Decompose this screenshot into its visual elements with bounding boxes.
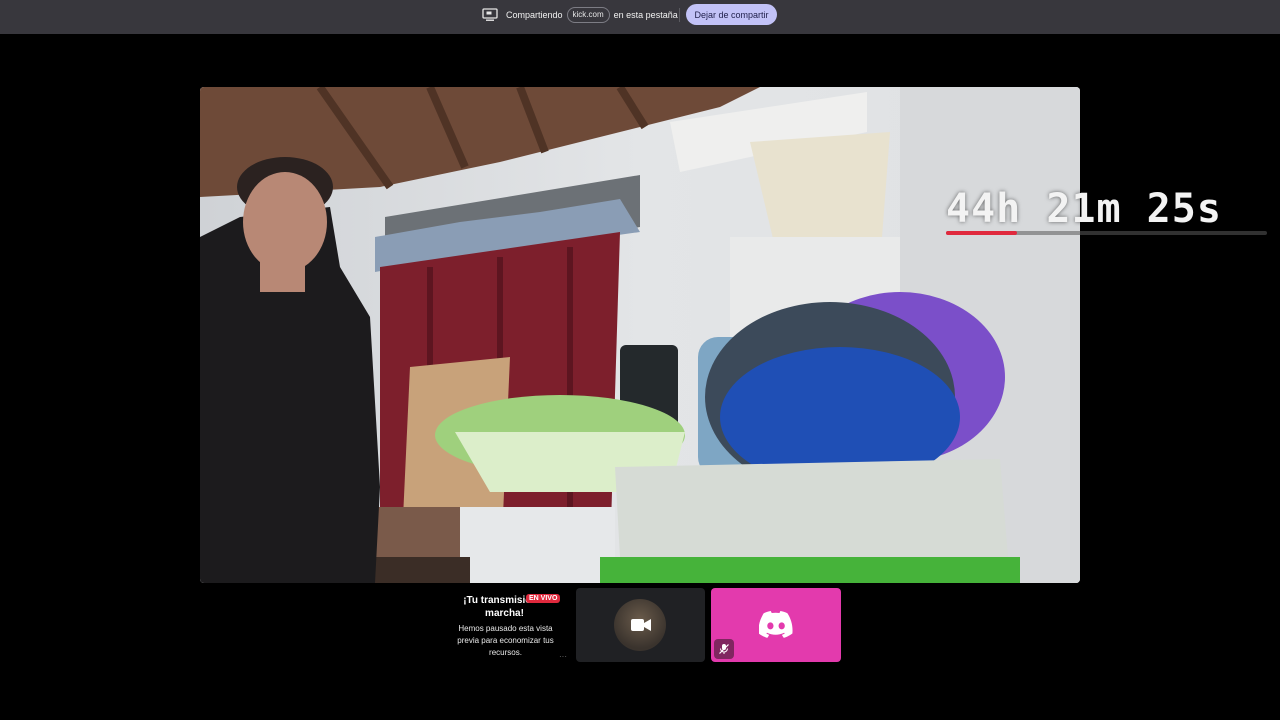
live-badge: EN VIVO xyxy=(526,594,561,603)
screen-share-icon xyxy=(482,8,498,21)
shared-domain-chip: kick.com xyxy=(566,7,610,23)
stream-timer: 44h 21m 25s xyxy=(946,186,1222,232)
stream-preview-tile[interactable]: ¡Tu transmisión s marcha! EN VIVO Hemos … xyxy=(440,588,571,662)
stop-sharing-button[interactable]: Dejar de compartir xyxy=(686,4,777,25)
stream-progress-bar xyxy=(946,231,1267,235)
mic-muted-glyph xyxy=(719,644,729,654)
sharing-suffix: en esta pestaña xyxy=(613,10,678,20)
stream-progress-fill xyxy=(946,231,1017,235)
camera-tile[interactable] xyxy=(576,588,705,662)
sharing-status: Compartiendo kick.com en esta pestaña xyxy=(482,5,678,25)
screen-share-bar: Compartiendo kick.com en esta pestaña De… xyxy=(0,0,1280,34)
preview-message: Hemos pausado esta vista previa para eco… xyxy=(457,624,554,657)
discord-icon xyxy=(759,611,793,638)
discord-tile[interactable] xyxy=(711,588,841,662)
more-indicator: ··· xyxy=(559,652,567,661)
sharing-label: Compartiendo xyxy=(506,10,563,20)
video-camera-icon xyxy=(631,619,651,631)
stream-video-frame xyxy=(200,87,1080,583)
divider xyxy=(679,8,680,22)
mic-muted-icon[interactable] xyxy=(714,639,734,659)
stream-video[interactable] xyxy=(200,87,1080,583)
